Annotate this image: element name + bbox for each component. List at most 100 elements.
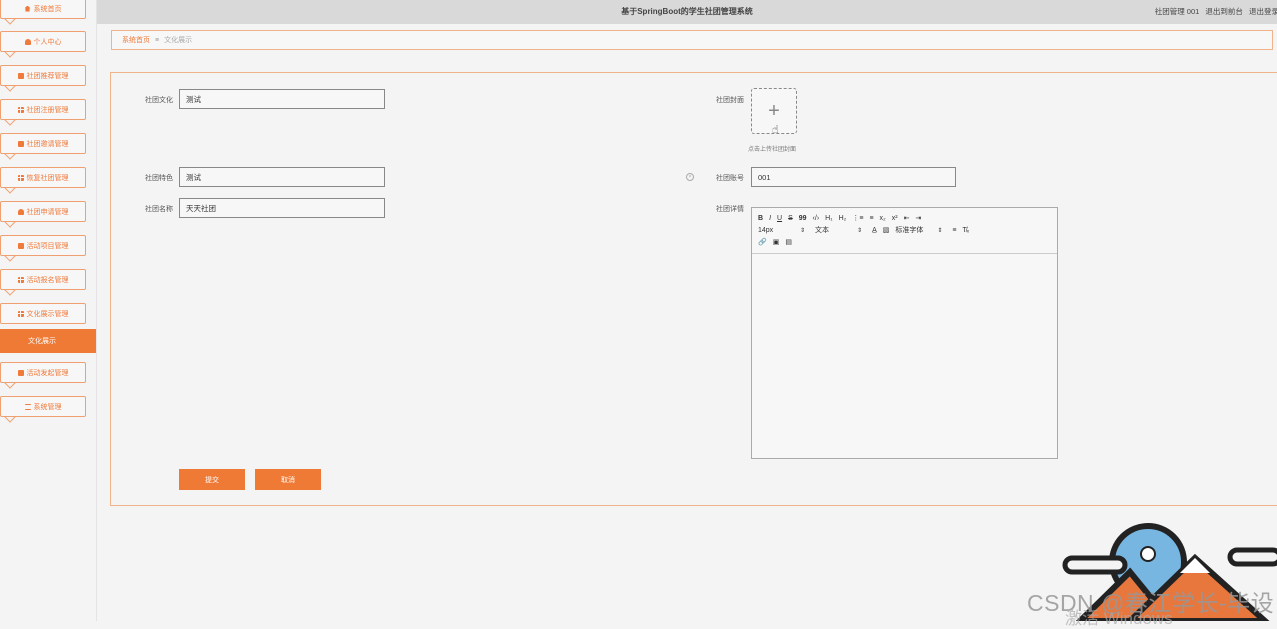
feature-input[interactable] <box>179 167 385 187</box>
font-family-select[interactable]: 标准字体 <box>895 225 931 235</box>
sidebar-item-profile[interactable]: 个人中心 <box>0 31 86 52</box>
sidebar-item-label: 恢复社团管理 <box>26 174 69 182</box>
sidebar-item-label: 社团推荐管理 <box>26 72 69 80</box>
font-color-icon[interactable]: A̲ <box>872 227 877 234</box>
select-arrow-icon: ⇕ <box>800 227 806 234</box>
chevron-down-icon <box>5 383 15 389</box>
sidebar-item-register[interactable]: 社团注册管理 <box>0 99 86 120</box>
text-style-select[interactable]: 文本 <box>815 225 851 235</box>
subscript-button[interactable]: x₂ <box>880 215 886 222</box>
font-size-select[interactable]: 14px <box>758 227 794 234</box>
person-icon <box>17 208 24 215</box>
culture-input[interactable] <box>179 89 385 109</box>
underline-button[interactable]: U <box>777 215 782 222</box>
image-icon[interactable]: ▣ <box>773 238 780 246</box>
sidebar-item-apply[interactable]: 社团申请管理 <box>0 201 86 222</box>
sidebar-item-label: 文化展示管理 <box>26 310 69 318</box>
clear-icon[interactable]: × <box>686 173 694 181</box>
grid-icon <box>17 310 24 317</box>
select-arrow-icon: ⇕ <box>937 227 943 234</box>
sidebar-item-recommend[interactable]: 社团推荐管理 <box>0 65 86 86</box>
upload-tip: 点击上传社团封面 <box>748 147 797 153</box>
account-label: 社团账号 <box>716 175 744 182</box>
account-input[interactable] <box>751 167 956 187</box>
rich-text-editor: B I U S 99 ‹/› H₁ H₂ ⋮≡ ≡ x₂ x² ⇤ ⇥ 14px… <box>751 207 1058 459</box>
indent-button[interactable]: ⇥ <box>915 214 921 222</box>
editor-content[interactable] <box>752 254 1057 458</box>
current-user: 社团管理 001 <box>1154 7 1200 16</box>
submit-button[interactable]: 提交 <box>179 469 245 490</box>
sidebar-item-home[interactable]: 系统首页 <box>0 0 86 19</box>
card-icon <box>17 72 24 79</box>
chevron-down-icon <box>5 188 15 194</box>
breadcrumb: 系统首页 ≡ 文化展示 <box>111 30 1273 50</box>
logout-link[interactable]: 退出登录 <box>1249 7 1277 16</box>
sidebar-item-label: 活动项目管理 <box>26 242 69 250</box>
italic-button[interactable]: I <box>769 215 771 222</box>
sidebar-item-label: 系统首页 <box>33 5 62 13</box>
sidebar-item-system[interactable]: 系统管理 <box>0 396 86 417</box>
editor-toolbar: B I U S 99 ‹/› H₁ H₂ ⋮≡ ≡ x₂ x² ⇤ ⇥ 14px… <box>752 208 1057 254</box>
cover-label: 社团封面 <box>716 97 744 104</box>
sidebar-item-label: 个人中心 <box>33 38 62 46</box>
superscript-button[interactable]: x² <box>892 215 898 222</box>
sidebar-item-activity[interactable]: 活动项目管理 <box>0 235 86 256</box>
bullet-list-button[interactable]: ≡ <box>869 215 873 222</box>
name-input[interactable] <box>179 198 385 218</box>
sidebar-item-label: 社团注册管理 <box>26 106 69 114</box>
hand-cursor-icon: ☝ <box>772 124 779 136</box>
feature-label: 社团特色 <box>145 175 173 182</box>
ordered-list-button[interactable]: ⋮≡ <box>852 214 863 222</box>
sidebar-item-label: 活动发起管理 <box>26 369 69 377</box>
sidebar-item-invite[interactable]: 社团邀请管理 <box>0 133 86 154</box>
sidebar-item-signup[interactable]: 活动报名管理 <box>0 269 86 290</box>
breadcrumb-current: 文化展示 <box>164 37 193 44</box>
cover-upload[interactable]: + ☝ <box>751 88 797 136</box>
grid-icon <box>17 276 24 283</box>
culture-label: 社团文化 <box>145 97 173 104</box>
video-icon[interactable]: ▤ <box>785 238 792 246</box>
top-right-links: 社团管理 001 退出到前台 退出登录 <box>1151 6 1277 17</box>
chevron-down-icon <box>5 120 15 126</box>
background-color-icon[interactable]: ▧ <box>883 226 890 234</box>
clear-format-icon[interactable]: T̸ₓ <box>962 227 969 234</box>
h2-button[interactable]: H₂ <box>839 215 847 222</box>
h1-button[interactable]: H₁ <box>825 215 832 222</box>
strike-button[interactable]: S <box>788 215 793 222</box>
breadcrumb-home[interactable]: 系统首页 <box>122 35 150 45</box>
sidebar-subitem-culture-show[interactable]: 文化展示 <box>0 329 96 353</box>
top-bar: 基于SpringBoot的学生社团管理系统 社团管理 001 退出到前台 退出登… <box>97 0 1277 24</box>
chevron-down-icon <box>5 222 15 228</box>
form-card: 社团文化 社团特色 社团名称 社团封面 + ☝ 点击上传社团封面 × 社团账号 … <box>110 72 1277 506</box>
code-button[interactable]: ‹/› <box>813 215 820 222</box>
sidebar-subitem-label: 文化展示 <box>28 338 56 345</box>
chevron-down-icon <box>5 19 15 25</box>
sidebar-item-label: 活动报名管理 <box>26 276 69 284</box>
sidebar-item-label: 社团申请管理 <box>26 208 69 216</box>
front-link[interactable]: 退出到前台 <box>1205 7 1243 16</box>
home-icon <box>24 5 31 12</box>
cancel-button[interactable]: 取消 <box>255 469 321 490</box>
bold-button[interactable]: B <box>758 215 763 222</box>
link-icon[interactable]: 🔗 <box>758 238 767 246</box>
quote-button[interactable]: 99 <box>799 215 807 222</box>
sidebar-item-restore[interactable]: 恢复社团管理 <box>0 167 86 188</box>
card-icon <box>17 242 24 249</box>
grid-icon <box>17 106 24 113</box>
tune-icon <box>24 403 31 410</box>
app-title: 基于SpringBoot的学生社团管理系统 <box>621 7 753 16</box>
sidebar-item-culture[interactable]: 文化展示管理 <box>0 303 86 324</box>
sidebar: 系统首页 个人中心 社团推荐管理 社团注册管理 社团邀请管理 恢复社团管理 社团… <box>0 0 97 621</box>
align-icon[interactable]: ≡ <box>952 227 956 234</box>
toolbar-row-insert: 🔗 ▣ ▤ <box>758 236 1051 248</box>
detail-label: 社团详情 <box>716 206 744 213</box>
sidebar-item-launch[interactable]: 活动发起管理 <box>0 362 86 383</box>
toolbar-row-style: 14px ⇕ 文本 ⇕ A̲ ▧ 标准字体 ⇕ ≡ T̸ₓ <box>758 224 1051 236</box>
outdent-button[interactable]: ⇤ <box>904 214 910 222</box>
bag-icon <box>17 369 24 376</box>
chevron-down-icon <box>5 154 15 160</box>
chevron-down-icon <box>5 52 15 58</box>
chevron-down-icon <box>5 86 15 92</box>
os-watermark: 激活 Windows <box>1065 609 1173 628</box>
sidebar-item-label: 系统管理 <box>33 403 62 411</box>
